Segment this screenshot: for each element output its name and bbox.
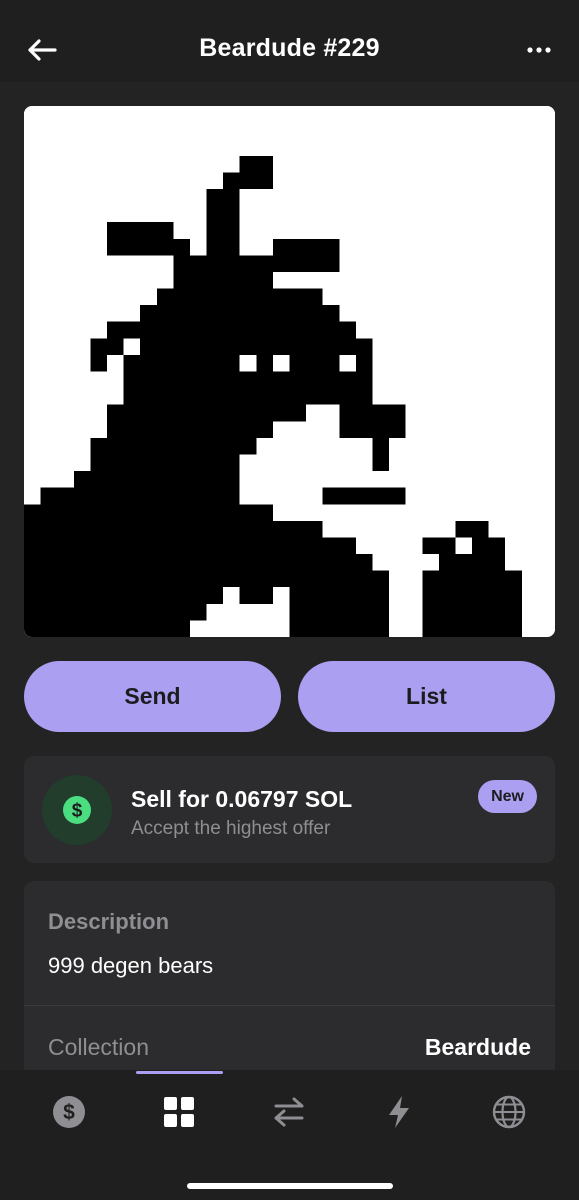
page-title: Beardude #229 <box>199 34 380 62</box>
bottom-tab-bar: $ <box>0 1070 579 1200</box>
globe-icon <box>492 1095 526 1129</box>
active-tab-indicator <box>136 1071 223 1074</box>
description-label: Description <box>48 909 170 934</box>
sell-title: Sell for 0.06797 SOL <box>131 786 353 812</box>
tab-activity[interactable] <box>374 1090 424 1134</box>
swap-icon <box>274 1097 304 1127</box>
list-button[interactable]: List <box>298 661 555 732</box>
details-card: Description 999 degen bears Collection B… <box>24 881 555 1081</box>
beardude-pixel-art <box>24 106 555 637</box>
lightning-icon <box>389 1096 409 1128</box>
description-value: 999 degen bears <box>48 953 214 978</box>
collection-label: Collection <box>48 1034 149 1060</box>
tab-swap[interactable] <box>264 1090 314 1134</box>
tab-browser[interactable] <box>484 1090 534 1134</box>
collection-value[interactable]: Beardude <box>425 1034 531 1061</box>
dollar-circle-icon: $ <box>42 775 112 845</box>
sell-subtitle: Accept the highest offer <box>131 818 331 839</box>
grid-icon <box>164 1097 194 1127</box>
nft-image[interactable] <box>24 106 555 637</box>
svg-text:$: $ <box>63 1101 75 1124</box>
new-badge: New <box>478 780 537 813</box>
home-indicator <box>187 1183 393 1189</box>
send-button[interactable]: Send <box>24 661 281 732</box>
tab-collectibles[interactable] <box>154 1090 204 1134</box>
sell-offer-card[interactable]: $ Sell for 0.06797 SOL Accept the highes… <box>24 756 555 863</box>
tab-wallet[interactable]: $ <box>44 1090 94 1134</box>
more-options-button[interactable] <box>519 32 559 68</box>
dollar-icon: $ <box>53 1096 85 1128</box>
divider <box>24 1005 555 1006</box>
ellipsis-icon <box>527 47 551 53</box>
svg-text:$: $ <box>72 801 83 822</box>
top-bar: Beardude #229 <box>0 0 579 82</box>
